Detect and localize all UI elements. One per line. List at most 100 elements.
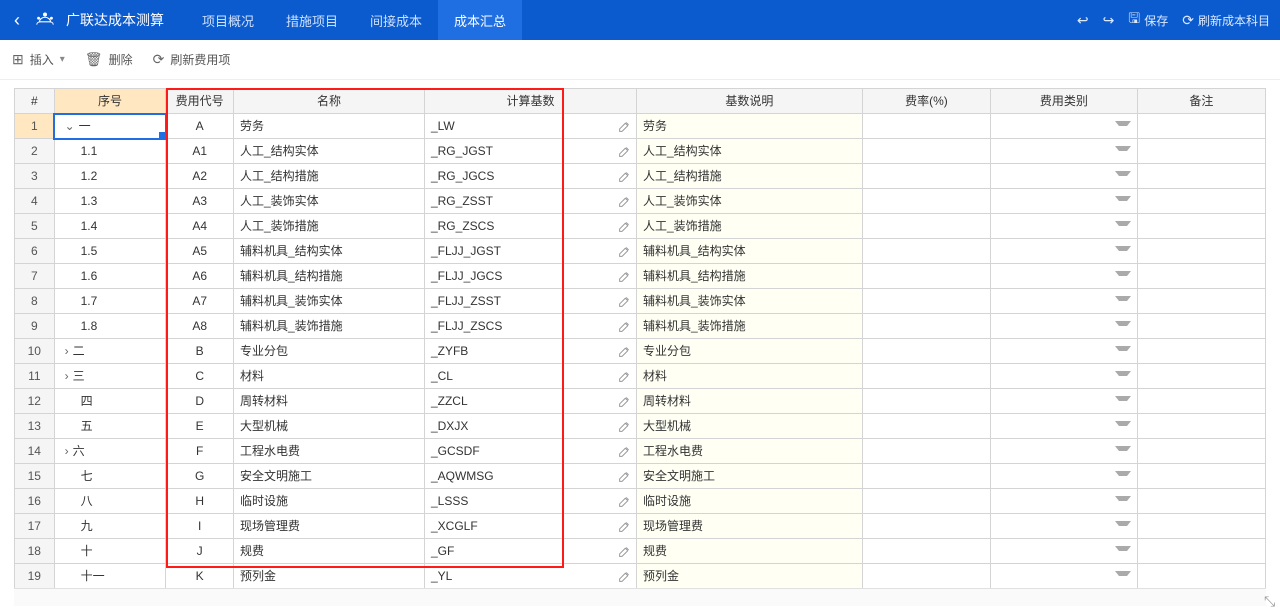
code-cell[interactable]: G xyxy=(166,464,234,489)
code-cell[interactable]: B xyxy=(166,339,234,364)
desc-cell[interactable]: 辅料机具_装饰实体 xyxy=(636,289,862,314)
desc-cell[interactable]: 现场管理费 xyxy=(636,514,862,539)
table-row[interactable]: 12四D周转材料_ZZCL周转材料 xyxy=(15,389,1266,414)
seq-cell[interactable]: 1.7 xyxy=(54,289,166,314)
table-row[interactable]: 71.6A6辅料机具_结构措施_FLJJ_JGCS辅料机具_结构措施 xyxy=(15,264,1266,289)
basis-cell[interactable]: _AQWMSG xyxy=(424,464,636,489)
name-cell[interactable]: 临时设施 xyxy=(233,489,424,514)
desc-cell[interactable]: 大型机械 xyxy=(636,414,862,439)
pencil-icon[interactable] xyxy=(618,544,632,558)
pencil-icon[interactable] xyxy=(618,269,632,283)
col-header-basis[interactable]: 计算基数 xyxy=(424,89,636,114)
desc-cell[interactable]: 辅料机具_装饰措施 xyxy=(636,314,862,339)
pencil-icon[interactable] xyxy=(618,144,632,158)
seq-cell[interactable]: 1.2 xyxy=(54,164,166,189)
row-index-cell[interactable]: 4 xyxy=(15,189,55,214)
name-cell[interactable]: 辅料机具_结构实体 xyxy=(233,239,424,264)
resize-grip-icon[interactable]: ⤡ xyxy=(1264,594,1278,608)
seq-cell[interactable]: ›二 xyxy=(54,339,166,364)
table-row[interactable]: 17九I现场管理费_XCGLF现场管理费 xyxy=(15,514,1266,539)
remark-cell[interactable] xyxy=(1137,114,1265,139)
refresh-costs-button[interactable]: ⟳刷新成本科目 xyxy=(1182,12,1270,29)
basis-cell[interactable]: _YL xyxy=(424,564,636,589)
seq-cell[interactable]: ⌄一 xyxy=(54,114,166,139)
desc-cell[interactable]: 人工_装饰措施 xyxy=(636,214,862,239)
row-index-cell[interactable]: 17 xyxy=(15,514,55,539)
basis-cell[interactable]: _XCGLF xyxy=(424,514,636,539)
basis-cell[interactable]: _ZZCL xyxy=(424,389,636,414)
name-cell[interactable]: 人工_装饰实体 xyxy=(233,189,424,214)
table-row[interactable]: 11›三C材料_CL材料 xyxy=(15,364,1266,389)
desc-cell[interactable]: 安全文明施工 xyxy=(636,464,862,489)
row-index-cell[interactable]: 11 xyxy=(15,364,55,389)
table-row[interactable]: 51.4A4人工_装饰措施_RG_ZSCS人工_装饰措施 xyxy=(15,214,1266,239)
row-index-cell[interactable]: 12 xyxy=(15,389,55,414)
table-row[interactable]: 10›二B专业分包_ZYFB专业分包 xyxy=(15,339,1266,364)
code-cell[interactable]: F xyxy=(166,439,234,464)
remark-cell[interactable] xyxy=(1137,414,1265,439)
desc-cell[interactable]: 材料 xyxy=(636,364,862,389)
col-header-name[interactable]: 名称 xyxy=(233,89,424,114)
desc-cell[interactable]: 人工_结构实体 xyxy=(636,139,862,164)
basis-cell[interactable]: _RG_JGCS xyxy=(424,164,636,189)
code-cell[interactable]: A3 xyxy=(166,189,234,214)
desc-cell[interactable]: 人工_装饰实体 xyxy=(636,189,862,214)
desc-cell[interactable]: 预列金 xyxy=(636,564,862,589)
type-cell[interactable] xyxy=(991,314,1138,339)
nav-tab[interactable]: 措施项目 xyxy=(270,0,354,40)
remark-cell[interactable] xyxy=(1137,289,1265,314)
desc-cell[interactable]: 规费 xyxy=(636,539,862,564)
type-cell[interactable] xyxy=(991,439,1138,464)
code-cell[interactable]: H xyxy=(166,489,234,514)
code-cell[interactable]: A2 xyxy=(166,164,234,189)
name-cell[interactable]: 预列金 xyxy=(233,564,424,589)
desc-cell[interactable]: 周转材料 xyxy=(636,389,862,414)
name-cell[interactable]: 专业分包 xyxy=(233,339,424,364)
remark-cell[interactable] xyxy=(1137,539,1265,564)
basis-cell[interactable]: _LW xyxy=(424,114,636,139)
table-row[interactable]: 14›六F工程水电费_GCSDF工程水电费 xyxy=(15,439,1266,464)
remark-cell[interactable] xyxy=(1137,364,1265,389)
basis-cell[interactable]: _FLJJ_ZSST xyxy=(424,289,636,314)
desc-cell[interactable]: 劳务 xyxy=(636,114,862,139)
remark-cell[interactable] xyxy=(1137,489,1265,514)
seq-cell[interactable]: 九 xyxy=(54,514,166,539)
rate-cell[interactable] xyxy=(862,314,990,339)
row-index-cell[interactable]: 15 xyxy=(15,464,55,489)
table-row[interactable]: 15七G安全文明施工_AQWMSG安全文明施工 xyxy=(15,464,1266,489)
pencil-icon[interactable] xyxy=(618,444,632,458)
basis-cell[interactable]: _ZYFB xyxy=(424,339,636,364)
pencil-icon[interactable] xyxy=(618,369,632,383)
rate-cell[interactable] xyxy=(862,364,990,389)
desc-cell[interactable]: 辅料机具_结构措施 xyxy=(636,264,862,289)
col-header-code[interactable]: 费用代号 xyxy=(166,89,234,114)
remark-cell[interactable] xyxy=(1137,214,1265,239)
code-cell[interactable]: A8 xyxy=(166,314,234,339)
remark-cell[interactable] xyxy=(1137,339,1265,364)
name-cell[interactable]: 辅料机具_装饰措施 xyxy=(233,314,424,339)
table-row[interactable]: 91.8A8辅料机具_装饰措施_FLJJ_ZSCS辅料机具_装饰措施 xyxy=(15,314,1266,339)
remark-cell[interactable] xyxy=(1137,514,1265,539)
col-header-desc[interactable]: 基数说明 xyxy=(636,89,862,114)
desc-cell[interactable]: 专业分包 xyxy=(636,339,862,364)
name-cell[interactable]: 规费 xyxy=(233,539,424,564)
type-cell[interactable] xyxy=(991,389,1138,414)
type-cell[interactable] xyxy=(991,189,1138,214)
type-cell[interactable] xyxy=(991,464,1138,489)
code-cell[interactable]: I xyxy=(166,514,234,539)
rate-cell[interactable] xyxy=(862,289,990,314)
rate-cell[interactable] xyxy=(862,539,990,564)
desc-cell[interactable]: 人工_结构措施 xyxy=(636,164,862,189)
table-row[interactable]: 18十J规费_GF规费 xyxy=(15,539,1266,564)
redo-button[interactable]: ↪ xyxy=(1103,12,1115,29)
name-cell[interactable]: 辅料机具_装饰实体 xyxy=(233,289,424,314)
remark-cell[interactable] xyxy=(1137,264,1265,289)
chevron-right-icon[interactable]: › xyxy=(65,369,69,383)
type-cell[interactable] xyxy=(991,214,1138,239)
rate-cell[interactable] xyxy=(862,389,990,414)
code-cell[interactable]: D xyxy=(166,389,234,414)
type-cell[interactable] xyxy=(991,264,1138,289)
remark-cell[interactable] xyxy=(1137,564,1265,589)
remark-cell[interactable] xyxy=(1137,464,1265,489)
code-cell[interactable]: K xyxy=(166,564,234,589)
